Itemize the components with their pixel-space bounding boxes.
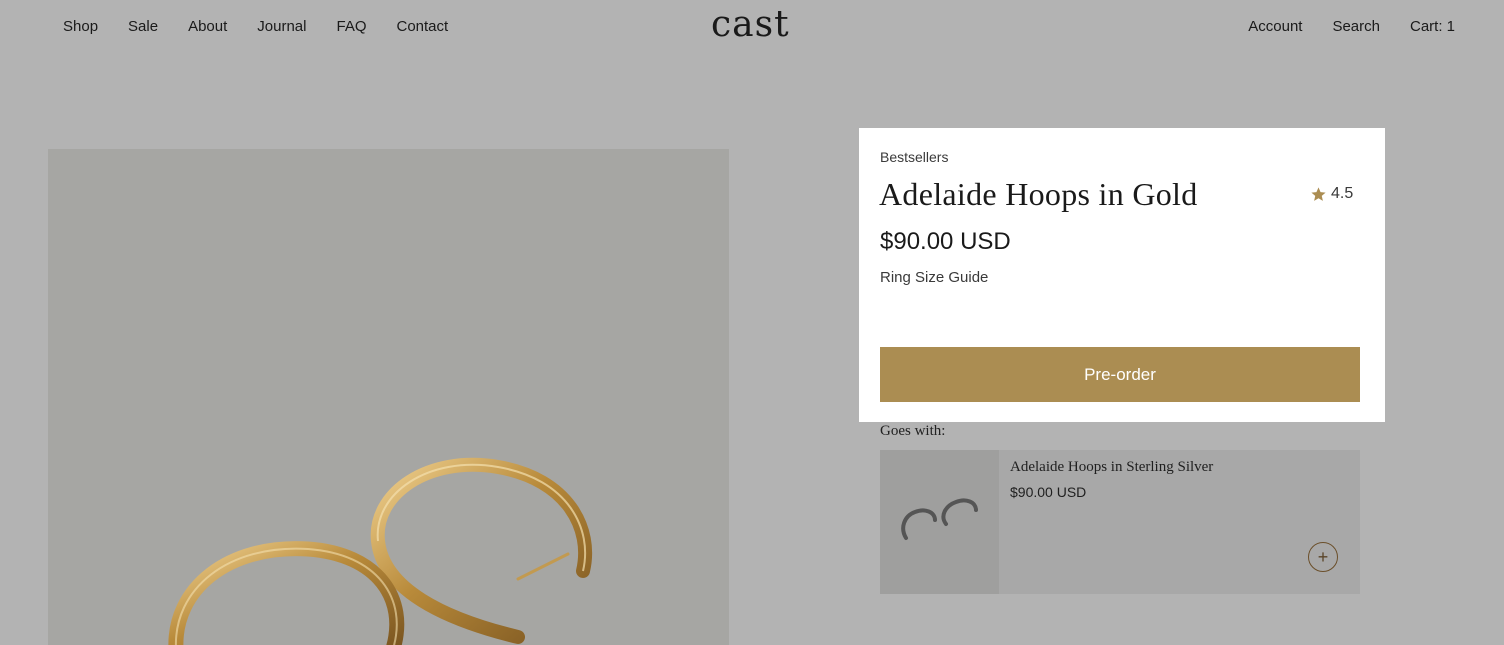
nav-account[interactable]: Account [1248, 18, 1302, 35]
goes-with-heading: Goes with: [880, 423, 946, 439]
utility-nav: Account Search Cart: 1 [1248, 18, 1455, 35]
preorder-button[interactable]: Pre-order [880, 347, 1360, 402]
nav-sale[interactable]: Sale [128, 18, 158, 35]
related-product-card[interactable]: Adelaide Hoops in Sterling Silver $90.00… [880, 450, 1360, 594]
brand-logo[interactable]: cast [711, 4, 790, 45]
nav-journal[interactable]: Journal [257, 18, 306, 35]
plus-icon: + [1317, 546, 1329, 567]
nav-search[interactable]: Search [1332, 18, 1380, 35]
product-rating[interactable]: 4.5 [1310, 185, 1353, 203]
related-product-thumbnail[interactable] [880, 450, 999, 594]
silver-hoops-illustration [901, 498, 978, 540]
related-product-name[interactable]: Adelaide Hoops in Sterling Silver [1010, 459, 1213, 476]
ring-size-guide-link[interactable]: Ring Size Guide [880, 269, 988, 286]
nav-cart[interactable]: Cart: 1 [1410, 18, 1455, 35]
product-title: Adelaide Hoops in Gold [879, 176, 1198, 212]
product-image [48, 149, 729, 645]
primary-nav: Shop Sale About Journal FAQ Contact [63, 18, 448, 35]
nav-faq[interactable]: FAQ [336, 18, 366, 35]
add-related-button[interactable]: + [1308, 542, 1338, 572]
collection-label[interactable]: Bestsellers [880, 149, 948, 165]
star-icon [1311, 186, 1326, 201]
product-info-panel: Bestsellers Adelaide Hoops in Gold 4.5 $… [859, 128, 1385, 422]
rating-value: 4.5 [1331, 185, 1354, 202]
related-product-price: $90.00 USD [1010, 484, 1087, 500]
site-header: Shop Sale About Journal FAQ Contact cast… [0, 0, 1504, 56]
nav-shop[interactable]: Shop [63, 18, 98, 35]
product-price: $90.00 USD [880, 228, 1011, 255]
gold-hoops-illustration [168, 457, 593, 645]
nav-contact[interactable]: Contact [397, 18, 449, 35]
nav-about[interactable]: About [188, 18, 227, 35]
